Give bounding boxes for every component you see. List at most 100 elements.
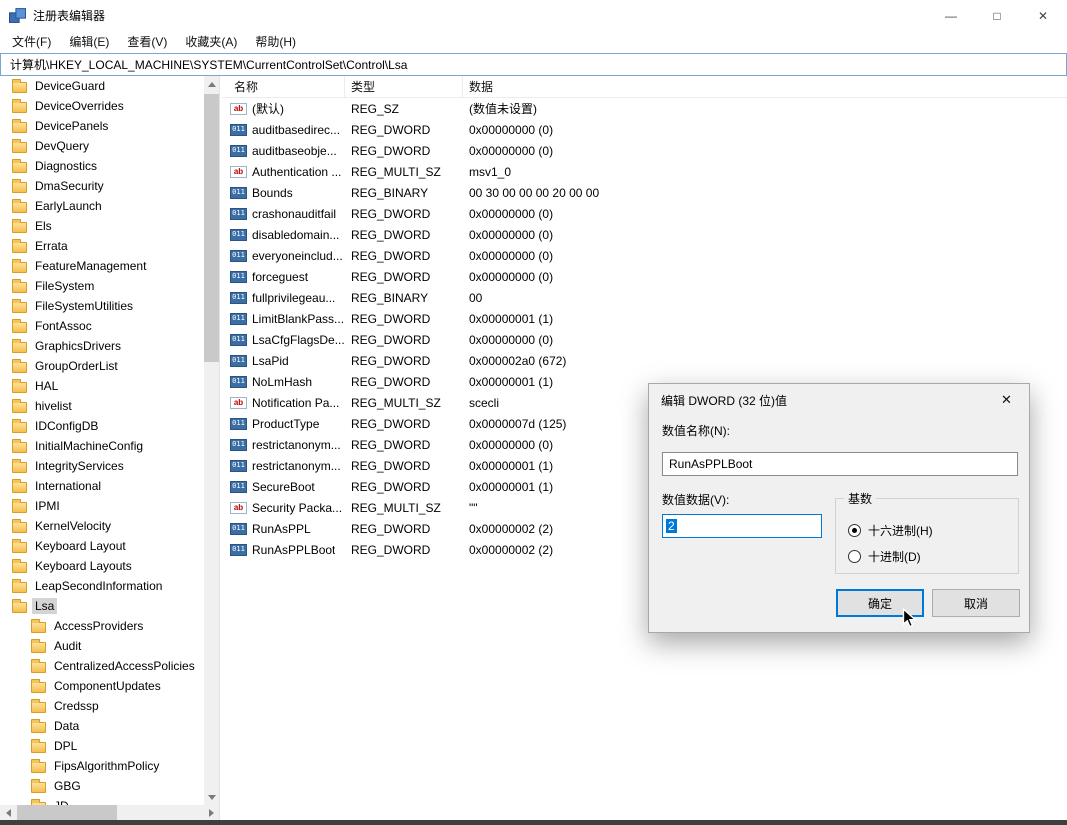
tree-item-label: Lsa [32, 598, 58, 614]
tree-item-devicepanels[interactable]: DevicePanels [0, 116, 204, 136]
value-name: LsaCfgFlagsDe... [252, 332, 345, 347]
scroll-left-button[interactable] [0, 805, 15, 820]
registry-value-row[interactable]: ab Authentication ... REG_MULTI_SZ msv1_0 [222, 161, 1067, 182]
tree-vertical-scrollbar[interactable] [204, 76, 219, 805]
tree-item-credssp[interactable]: Credssp [0, 696, 204, 716]
close-icon[interactable]: ✕ [1020, 1, 1066, 30]
tree-item-dmasecurity[interactable]: DmaSecurity [0, 176, 204, 196]
tree-item-filesystem[interactable]: FileSystem [0, 276, 204, 296]
tree-item-devquery[interactable]: DevQuery [0, 136, 204, 156]
registry-value-row[interactable]: 011 auditbasedirec... REG_DWORD 0x00000000 … [222, 119, 1067, 140]
scroll-right-button[interactable] [204, 805, 219, 820]
tree-item-kernelvelocity[interactable]: KernelVelocity [0, 516, 204, 536]
column-header-name[interactable]: 名称 [222, 76, 345, 97]
registry-value-row[interactable]: 011 forceguest REG_DWORD 0x00000000 (0) [222, 266, 1067, 287]
value-type: REG_DWORD [351, 437, 431, 452]
registry-value-row[interactable]: 011 LsaCfgFlagsDe... REG_DWORD 0x00000000 (… [222, 329, 1067, 350]
string-value-icon: ab [230, 165, 247, 178]
tree-item-international[interactable]: International [0, 476, 204, 496]
tree-item-graphicsdrivers[interactable]: GraphicsDrivers [0, 336, 204, 356]
dword-value-icon: 011 [230, 543, 247, 556]
tree-item-initialmachineconfig[interactable]: InitialMachineConfig [0, 436, 204, 456]
tree-item-deviceguard[interactable]: DeviceGuard [0, 76, 204, 96]
minimize-icon[interactable]: — [928, 1, 974, 30]
pane-splitter[interactable] [219, 76, 220, 820]
tree-item-fipsalgorithmpolicy[interactable]: FipsAlgorithmPolicy [0, 756, 204, 776]
folder-icon [12, 198, 27, 213]
tree-item-leapsecondinformation[interactable]: LeapSecondInformation [0, 576, 204, 596]
menu-help[interactable]: 帮助(H) [246, 30, 305, 53]
value-name-input[interactable]: RunAsPPLBoot [662, 452, 1018, 476]
dialog-titlebar[interactable]: 编辑 DWORD (32 位)值 [649, 384, 1029, 416]
scroll-up-button[interactable] [204, 76, 219, 91]
menu-favorites[interactable]: 收藏夹(A) [176, 30, 246, 53]
folder-icon [12, 598, 27, 613]
tree-item-els[interactable]: Els [0, 216, 204, 236]
value-data: 00 [469, 290, 483, 305]
tree-item-data[interactable]: Data [0, 716, 204, 736]
tree-item-componentupdates[interactable]: ComponentUpdates [0, 676, 204, 696]
tree-item-label: FileSystemUtilities [35, 299, 134, 313]
horizontal-scrollbar-thumb[interactable] [17, 805, 117, 820]
tree-item-centralizedaccesspolicies[interactable]: CentralizedAccessPolicies [0, 656, 204, 676]
tree-item-dpl[interactable]: DPL [0, 736, 204, 756]
string-value-icon: ab [230, 396, 247, 409]
menu-view[interactable]: 查看(V) [118, 30, 176, 53]
registry-value-row[interactable]: 011 auditbaseobje... REG_DWORD 0x00000000 (… [222, 140, 1067, 161]
tree-item-idconfigdb[interactable]: IDConfigDB [0, 416, 204, 436]
value-name-text: RunAsPPLBoot [669, 457, 753, 471]
ok-button[interactable]: 确定 [836, 589, 924, 617]
string-value-icon: ab [230, 501, 247, 514]
vertical-scrollbar-thumb[interactable] [204, 94, 219, 362]
menu-edit[interactable]: 编辑(E) [60, 30, 118, 53]
radio-dec-label: 十进制(D) [868, 550, 921, 564]
maximize-icon[interactable]: □ [974, 1, 1020, 30]
tree-item-keyboard-layout[interactable]: Keyboard Layout [0, 536, 204, 556]
value-data: 0x00000000 (0) [469, 206, 554, 221]
registry-value-row[interactable]: 011 crashonauditfail REG_DWORD 0x00000000 (… [222, 203, 1067, 224]
tree-item-keyboard-layouts[interactable]: Keyboard Layouts [0, 556, 204, 576]
menu-file[interactable]: 文件(F) [3, 30, 60, 53]
value-data-input[interactable]: 2 [662, 514, 822, 538]
registry-value-row[interactable]: 011 everyoneinclud... REG_DWORD 0x00000000 … [222, 245, 1067, 266]
registry-value-row[interactable]: 011 fullprivilegeau... REG_BINARY 00 [222, 287, 1067, 308]
base-groupbox: 基数 十六进制(H) 十进制(D) [835, 490, 1019, 574]
dword-value-icon: 011 [230, 354, 247, 367]
scroll-down-button[interactable] [204, 790, 219, 805]
tree-item-grouporderlist[interactable]: GroupOrderList [0, 356, 204, 376]
registry-value-row[interactable]: 011 LimitBlankPass... REG_DWORD 0x00000001 … [222, 308, 1067, 329]
tree-item-label: DevQuery [35, 139, 90, 153]
tree-item-errata[interactable]: Errata [0, 236, 204, 256]
tree-item-filesystemutilities[interactable]: FileSystemUtilities [0, 296, 204, 316]
registry-value-row[interactable]: 011 LsaPid REG_DWORD 0x000002a0 (672) [222, 350, 1067, 371]
tree-item-label: LeapSecondInformation [35, 579, 163, 593]
tree-item-integrityservices[interactable]: IntegrityServices [0, 456, 204, 476]
tree-item-audit[interactable]: Audit [0, 636, 204, 656]
value-data: 0x00000000 (0) [469, 227, 554, 242]
cancel-button[interactable]: 取消 [932, 589, 1020, 617]
value-name: auditbasedirec... [252, 122, 341, 137]
tree-item-diagnostics[interactable]: Diagnostics [0, 156, 204, 176]
folder-icon [12, 258, 27, 273]
tree-item-lsa[interactable]: Lsa [0, 596, 204, 616]
tree-item-hivelist[interactable]: hivelist [0, 396, 204, 416]
tree-item-ipmi[interactable]: IPMI [0, 496, 204, 516]
tree-item-gbg[interactable]: GBG [0, 776, 204, 796]
registry-value-row[interactable]: ab (默认) REG_SZ (数值未设置) [222, 98, 1067, 119]
tree-item-earlylaunch[interactable]: EarlyLaunch [0, 196, 204, 216]
tree-item-deviceoverrides[interactable]: DeviceOverrides [0, 96, 204, 116]
radio-hexadecimal[interactable]: 十六进制(H) [848, 522, 933, 539]
tree-item-featuremanagement[interactable]: FeatureManagement [0, 256, 204, 276]
tree-item-jd[interactable]: JD [0, 796, 204, 805]
tree-item-hal[interactable]: HAL [0, 376, 204, 396]
radio-decimal[interactable]: 十进制(D) [848, 548, 921, 565]
dialog-close-icon[interactable]: ✕ [984, 384, 1029, 416]
tree-item-fontassoc[interactable]: FontAssoc [0, 316, 204, 336]
tree-item-accessproviders[interactable]: AccessProviders [0, 616, 204, 636]
registry-value-row[interactable]: 011 disabledomain... REG_DWORD 0x00000000 (… [222, 224, 1067, 245]
registry-value-row[interactable]: 011 Bounds REG_BINARY 00 30 00 00 00 20 00 … [222, 182, 1067, 203]
column-header-type[interactable]: 类型 [345, 76, 463, 97]
address-bar[interactable]: 计算机\HKEY_LOCAL_MACHINE\SYSTEM\CurrentCon… [0, 53, 1067, 76]
column-header-data[interactable]: 数据 [463, 76, 1067, 97]
tree-horizontal-scrollbar[interactable] [0, 805, 219, 820]
